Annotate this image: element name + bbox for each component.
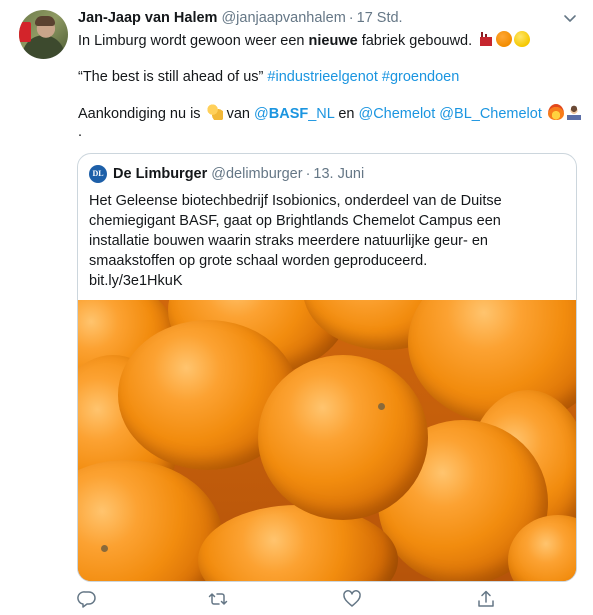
muscle-icon <box>206 104 223 120</box>
quoted-tweet[interactable]: DL De Limburger @delimburger · 13. Juni Het… <box>77 153 577 582</box>
chevron-down-icon[interactable] <box>562 10 578 26</box>
tweet-text-line-4: . <box>78 124 83 140</box>
header-separator: · <box>348 10 354 26</box>
orange-icon <box>496 31 513 47</box>
avatar-hair <box>35 16 55 26</box>
mention-rest: _NL <box>308 106 335 122</box>
mention-bold: BASF <box>268 106 309 122</box>
hashtag-industrieelgenot[interactable]: #industrieelgenot <box>267 69 377 85</box>
retweet-icon[interactable] <box>208 589 228 609</box>
mention-chemelot[interactable]: @Chemelot <box>358 106 435 122</box>
quote-text: “The best is still ahead of us” <box>78 69 268 85</box>
flag-decoration <box>19 22 31 42</box>
technologist-icon <box>565 104 582 120</box>
share-icon[interactable] <box>476 589 496 609</box>
orange <box>258 355 428 520</box>
lemon-icon <box>514 31 531 47</box>
tweet-text-line-2: “The best is still ahead of us” #industr… <box>78 67 459 87</box>
tweet-text-line-3: Aankondiging nu is van @BASF_NL en @Chem… <box>78 104 582 124</box>
tweet-header: Jan-Jaap van Halem @janjaapvanhalem · 17 St… <box>78 9 403 27</box>
quoted-header: De Limburger @delimburger · 13. Juni <box>113 165 364 183</box>
orange <box>198 505 398 581</box>
orange-stem <box>378 403 385 410</box>
hashtag-groendoen[interactable]: #groendoen <box>382 69 459 85</box>
quoted-body-line: chemiegigant BASF, gaat op Brightlands C… <box>89 213 501 229</box>
quoted-author-handle[interactable]: @delimburger <box>211 166 302 182</box>
text-segment: Aankondiging nu is <box>78 106 205 122</box>
tweet-text-line-1: In Limburg wordt gewoon weer een nieuwe … <box>78 31 531 51</box>
author-name[interactable]: Jan-Jaap van Halem <box>78 10 217 26</box>
quoted-author-name[interactable]: De Limburger <box>113 166 207 182</box>
text-segment: en <box>334 106 359 122</box>
author-handle[interactable]: @janjaapvanhalem <box>221 10 345 26</box>
author-avatar[interactable] <box>19 10 68 59</box>
text-segment: fabriek gebouwd. <box>357 33 473 49</box>
quoted-avatar-logo[interactable]: DL <box>89 165 107 183</box>
quoted-date[interactable]: 13. Juni <box>313 166 364 182</box>
text-segment: van <box>222 106 255 122</box>
quoted-body: Het Geleense biotechbedrijf Isobionics, … <box>89 191 569 291</box>
text-segment: In Limburg wordt gewoon weer een <box>78 33 309 49</box>
like-icon[interactable] <box>342 589 362 609</box>
mention-at: @ <box>254 106 269 122</box>
reply-icon[interactable] <box>77 589 97 609</box>
quoted-separator: · <box>305 166 311 182</box>
quoted-short-link[interactable]: bit.ly/3e1HkuK <box>89 271 569 291</box>
tweet-timestamp[interactable]: 17 Std. <box>357 10 403 26</box>
orange-stem <box>101 545 108 552</box>
tweet[interactable]: Jan-Jaap van Halem @janjaapvanhalem · 17 St… <box>0 0 593 615</box>
quoted-body-line: Het Geleense biotechbedrijf Isobionics, … <box>89 193 502 209</box>
factory-icon <box>478 31 495 47</box>
fire-icon <box>547 104 564 120</box>
quoted-body-line: installatie bouwen waarin straks meerder… <box>89 233 488 249</box>
oranges-photo[interactable] <box>78 300 576 581</box>
quoted-body-line: smaakstoffen op grote schaal worden gepr… <box>89 253 428 269</box>
mention-bl-chemelot[interactable]: @BL_Chemelot <box>439 106 542 122</box>
text-bold: nieuwe <box>308 33 358 49</box>
tweet-actions <box>0 589 593 611</box>
mention-basf[interactable]: @BASF_NL <box>254 106 334 122</box>
